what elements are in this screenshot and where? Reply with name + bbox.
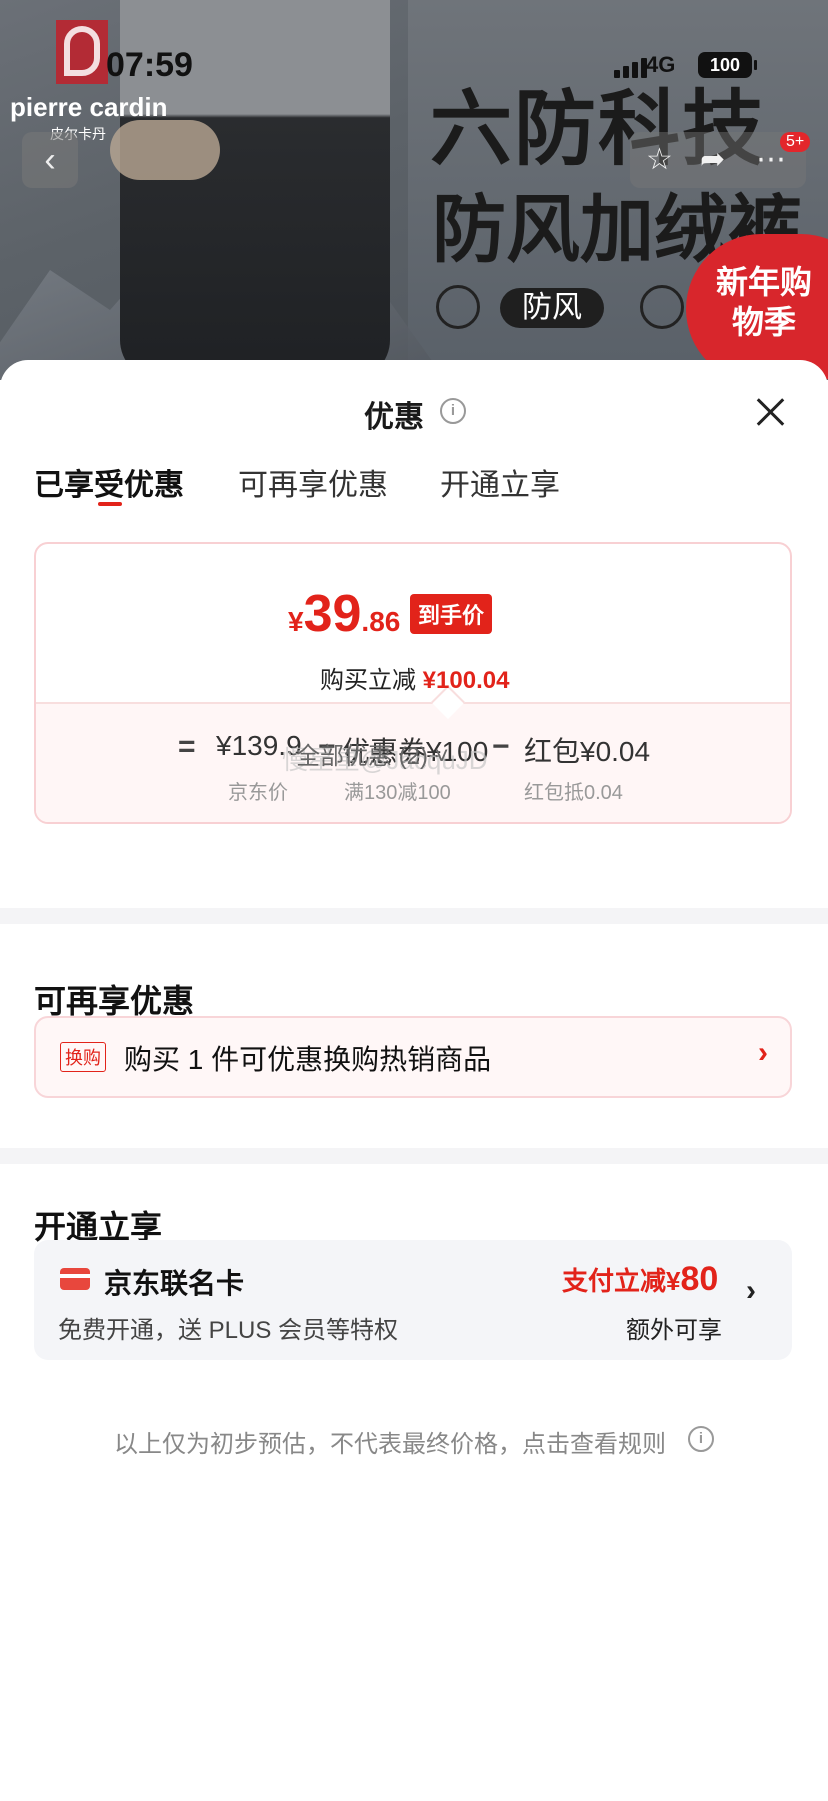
feature-badge-windproof: 防风 [500,288,604,328]
section-divider [0,1148,828,1164]
info-icon[interactable]: i [440,398,466,424]
credit-card-icon [60,1268,90,1290]
snowflake-icon [640,285,684,329]
tab-more-available[interactable]: 可再享优惠 [238,460,388,504]
cobrand-card-extra: 额外可享 [626,1317,722,1344]
share-icon[interactable]: ➦ [700,142,725,177]
status-time: 07:59 [106,46,193,84]
tab-open-enjoy[interactable]: 开通立享 [440,460,560,504]
calc-coupon-label: 满130减100 [344,782,451,804]
swap-text: 购买 1 件可优惠换购热销商品 [124,1044,492,1075]
info-icon[interactable]: i [688,1426,714,1452]
discount-sheet: 优惠 i 已享受优惠 可再享优惠 开通立享 ¥39.86 到手价 购买立减 ¥1… [0,360,828,1801]
message-badge: 5+ [780,132,811,152]
calc-redpacket-label: 红包抵0.04 [524,782,623,804]
cobrand-card-title: 京东联名卡 [104,1268,245,1299]
calc-jd-price-label: 京东价 [228,782,288,804]
battery-icon: 100 [698,52,757,78]
close-icon[interactable] [754,396,786,428]
swap-tag: 换购 [60,1042,106,1072]
back-button[interactable]: ‹ [22,132,78,188]
chevron-left-icon: ‹ [44,140,56,179]
final-price: ¥39.86 [288,585,401,643]
calc-equals: = [178,730,196,763]
product-banner: pierre cardin 皮尔卡丹 六防科技 防风加绒裤 防风 新年购物季 0… [0,0,828,380]
section-divider [0,908,828,924]
tab-active-indicator [98,502,122,506]
chevron-right-icon: › [758,1036,768,1069]
instant-reduction: 购买立减 ¥100.04 [320,667,510,694]
calc-redpacket: 红包¥0.04 [524,736,651,767]
sheet-title: 优惠 [364,401,424,434]
promo-badge-text: 新年购物季 [715,264,812,340]
brand-name: pierre cardin [10,92,168,122]
cobrand-card-desc: 免费开通，送 PLUS 会员等特权 [58,1317,399,1344]
cobrand-card-promo: 支付立减¥80 [562,1260,719,1298]
network-type: 4G [646,52,676,77]
wind-icon [436,285,480,329]
tab-enjoyed[interactable]: 已享受优惠 [34,460,184,504]
all-deals-toggle[interactable]: 全部优惠 (2) ˅ [296,736,449,771]
calc-minus-2: − [492,730,510,763]
star-icon[interactable]: ☆ [646,142,673,177]
banner-model-arm [110,120,220,180]
final-price-tag: 到手价 [410,594,493,634]
cobrand-card-row[interactable]: 京东联名卡 免费开通，送 PLUS 会员等特权 支付立减¥80 额外可享 › [34,1240,792,1360]
brand-logo-mark-icon [64,26,100,76]
chevron-right-icon: › [746,1274,756,1307]
price-breakdown-card: ¥39.86 到手价 购买立减 ¥100.04 = ¥139.9 − 优惠券¥1… [34,542,792,824]
price-disclaimer[interactable]: 以上仅为初步预估，不代表最终价格，点击查看规则 [114,1424,666,1459]
swap-deal-row[interactable]: 换购 购买 1 件可优惠换购热销商品 › [34,1016,792,1098]
